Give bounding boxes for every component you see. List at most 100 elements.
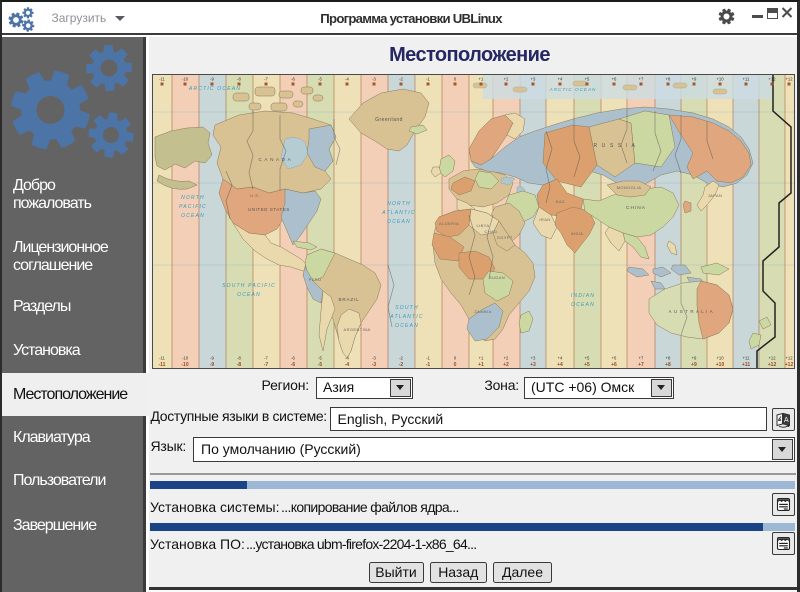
svg-text:-5: -5 xyxy=(318,362,323,368)
svg-text:+1: +1 xyxy=(479,356,484,361)
svg-text:OCEAN: OCEAN xyxy=(237,292,261,298)
svg-text:+9: +9 xyxy=(692,77,697,82)
svg-text:+1: +1 xyxy=(479,77,484,82)
svg-text:-9: -9 xyxy=(210,77,214,82)
svg-text:-9: -9 xyxy=(210,356,214,361)
svg-text:+1: +1 xyxy=(478,362,484,368)
svg-text:SOUTH: SOUTH xyxy=(395,305,419,311)
svg-text:ZAMBIA: ZAMBIA xyxy=(474,309,491,314)
svg-text:+7: +7 xyxy=(639,356,644,361)
svg-text:-11: -11 xyxy=(159,77,165,82)
svg-text:ARCTIC OCEAN: ARCTIC OCEAN xyxy=(549,87,597,92)
svg-text:-10: -10 xyxy=(182,77,189,82)
svg-text:OCEAN: OCEAN xyxy=(395,323,419,329)
svg-text:SOUTH PACIFIC: SOUTH PACIFIC xyxy=(222,283,276,289)
svg-text:+11: +11 xyxy=(743,77,750,82)
svg-text:-1: -1 xyxy=(426,356,430,361)
svg-text:-7: -7 xyxy=(264,362,269,368)
svg-text:ATLANTIC: ATLANTIC xyxy=(381,210,415,216)
svg-text:+7: +7 xyxy=(638,362,644,368)
svg-text:CHINA: CHINA xyxy=(626,205,646,211)
svg-text:-6: -6 xyxy=(291,356,295,361)
svg-text:UNITED STATES: UNITED STATES xyxy=(248,207,290,212)
svg-text:-2: -2 xyxy=(399,356,403,361)
svg-text:-6: -6 xyxy=(291,362,296,368)
svg-text:SUDAN: SUDAN xyxy=(489,275,505,280)
svg-text:-1: -1 xyxy=(426,362,431,368)
svg-text:+6: +6 xyxy=(612,77,617,82)
svg-text:-3: -3 xyxy=(372,77,376,82)
svg-text:+12: +12 xyxy=(785,77,793,82)
svg-text:EGYPT: EGYPT xyxy=(497,235,513,240)
svg-text:+12: +12 xyxy=(768,362,777,368)
svg-text:+5: +5 xyxy=(584,362,590,368)
svg-text:-4: -4 xyxy=(345,356,349,361)
svg-text:-7: -7 xyxy=(264,356,268,361)
svg-text:+7: +7 xyxy=(639,77,644,82)
svg-text:+8: +8 xyxy=(666,356,671,361)
svg-text:-5: -5 xyxy=(318,77,322,82)
svg-text:-8: -8 xyxy=(237,362,242,368)
svg-text:OCEAN: OCEAN xyxy=(571,302,595,308)
svg-text:INDIAN: INDIAN xyxy=(571,293,595,299)
svg-text:NORTH: NORTH xyxy=(387,201,411,207)
svg-text:-10: -10 xyxy=(182,356,189,361)
svg-text:+2: +2 xyxy=(503,362,509,368)
svg-text:+9: +9 xyxy=(691,362,697,368)
svg-text:+2: +2 xyxy=(504,77,509,82)
svg-text:+6: +6 xyxy=(612,356,617,361)
svg-text:LIBYA: LIBYA xyxy=(476,223,489,228)
svg-text:+12: +12 xyxy=(785,362,794,368)
svg-text:+10: +10 xyxy=(716,356,724,361)
svg-text:-9: -9 xyxy=(210,362,215,368)
svg-text:+2: +2 xyxy=(504,356,509,361)
svg-text:INDIA: INDIA xyxy=(571,231,584,236)
svg-text:-10: -10 xyxy=(181,362,188,368)
svg-text:+12: +12 xyxy=(768,77,776,82)
svg-text:-8: -8 xyxy=(237,356,241,361)
svg-text:+11: +11 xyxy=(742,362,750,368)
svg-text:BRAZIL: BRAZIL xyxy=(339,297,360,302)
svg-text:+5: +5 xyxy=(585,356,590,361)
svg-text:OCEAN: OCEAN xyxy=(387,219,411,225)
svg-text:+8: +8 xyxy=(665,362,671,368)
svg-text:-4: -4 xyxy=(345,77,349,82)
svg-text:+11: +11 xyxy=(743,356,750,361)
svg-text:+3: +3 xyxy=(530,362,536,368)
svg-text:0: 0 xyxy=(454,362,457,368)
svg-text:-11: -11 xyxy=(159,362,166,368)
svg-text:PERU: PERU xyxy=(309,277,322,282)
svg-text:-1: -1 xyxy=(426,77,430,82)
svg-text:+4: +4 xyxy=(558,356,563,361)
svg-text:+10: +10 xyxy=(716,77,724,82)
svg-text:-7: -7 xyxy=(264,77,268,82)
svg-text:ATLANTIC: ATLANTIC xyxy=(389,314,423,320)
svg-text:PACIFIC: PACIFIC xyxy=(179,204,207,210)
svg-text:MONGOLIA: MONGOLIA xyxy=(617,185,642,190)
svg-text:A: A xyxy=(784,417,789,424)
svg-text:KAZ.: KAZ. xyxy=(556,199,567,204)
svg-text:+4: +4 xyxy=(557,362,563,368)
svg-text:+5: +5 xyxy=(585,77,590,82)
svg-text:+3: +3 xyxy=(531,77,536,82)
svg-text:-8: -8 xyxy=(237,77,241,82)
svg-text:-3: -3 xyxy=(372,356,376,361)
svg-text:-4: -4 xyxy=(345,362,350,368)
svg-text:ARCTIC OCEAN: ARCTIC OCEAN xyxy=(188,86,241,92)
svg-text:R U S S I A: R U S S I A xyxy=(594,143,637,149)
svg-text:ARGENTINA: ARGENTINA xyxy=(344,327,371,332)
svg-text:U.S.: U.S. xyxy=(250,193,259,198)
svg-text:ALGERIA: ALGERIA xyxy=(439,221,459,226)
svg-text:A U S T R A L I A: A U S T R A L I A xyxy=(669,309,714,314)
svg-text:-5: -5 xyxy=(318,356,322,361)
svg-text:CHAD: CHAD xyxy=(485,229,498,234)
svg-text:-6: -6 xyxy=(291,77,295,82)
svg-text:+12: +12 xyxy=(785,356,793,361)
svg-text:-2: -2 xyxy=(399,362,404,368)
svg-text:-11: -11 xyxy=(159,356,165,361)
svg-text:JAPAN: JAPAN xyxy=(708,193,723,198)
svg-text:+6: +6 xyxy=(611,362,617,368)
svg-text:OCEAN: OCEAN xyxy=(181,213,205,219)
svg-text:C A N A D A: C A N A D A xyxy=(258,157,291,162)
svg-text:+8: +8 xyxy=(666,77,671,82)
